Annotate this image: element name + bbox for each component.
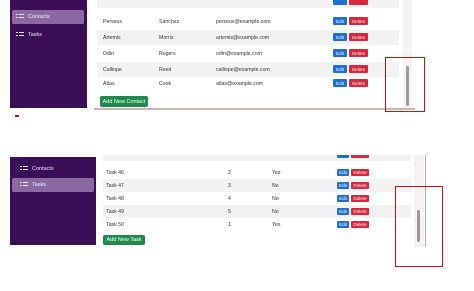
table-row: Task 49 5 No Edit Delete <box>103 205 411 218</box>
delete-button[interactable] <box>351 155 369 158</box>
sidebar-item-label: Contacts <box>32 166 54 172</box>
sidebar-item-label: Tasks <box>28 32 43 38</box>
first-name-cell: Artemis <box>103 34 121 41</box>
edit-button[interactable]: Edit <box>333 65 347 73</box>
edit-button[interactable] <box>333 0 347 5</box>
delete-button[interactable]: Delete <box>351 169 369 176</box>
priority-cell: 4 <box>228 195 231 202</box>
first-name-cell: Calliope <box>103 66 122 73</box>
first-name-cell: Odin <box>103 50 114 57</box>
email-cell: artemis@example.com <box>216 34 270 41</box>
completed-cell: Yes <box>272 221 281 228</box>
table-row: Task 46 2 Yes Edit Delete <box>103 166 411 179</box>
sidebar-item-tasks[interactable]: Tasks <box>12 28 84 42</box>
priority-cell: 5 <box>228 208 231 215</box>
title-cell: Task 49 <box>106 208 124 215</box>
completed-cell: No <box>272 182 279 189</box>
email-cell: calliope@example.com <box>216 66 270 73</box>
priority-cell: 2 <box>228 169 231 176</box>
completed-cell: No <box>272 208 279 215</box>
edit-button[interactable]: Edit <box>337 182 349 189</box>
delete-button[interactable] <box>349 0 368 5</box>
tasks-screen: Contacts Tasks Task 46 2 Yes Edit Delete… <box>0 155 430 255</box>
table-row-partial <box>97 0 399 8</box>
delete-button[interactable]: Delete <box>349 49 368 57</box>
sidebar: Contacts Tasks <box>10 157 96 245</box>
edit-button[interactable]: Edit <box>333 79 347 87</box>
add-new-contact-button[interactable]: Add New Contact <box>100 96 148 107</box>
email-cell: perseus@example.com <box>216 18 271 25</box>
edit-button[interactable]: Edit <box>337 195 349 202</box>
delete-button[interactable]: Delete <box>351 208 369 215</box>
completed-cell: Yes <box>272 169 281 176</box>
first-name-cell: Perseus <box>103 18 123 25</box>
last-name-cell: Reed <box>159 66 172 73</box>
table-row: Perseus Sanchez perseus@example.com Edit… <box>97 14 399 29</box>
sidebar: Contacts Tasks <box>10 0 87 108</box>
list-icon <box>20 182 28 188</box>
contacts-table: Perseus Sanchez perseus@example.com Edit… <box>97 0 399 92</box>
last-name-cell: Sanchez <box>159 18 180 25</box>
first-name-cell: Atlas <box>103 80 115 87</box>
last-name-cell: Morris <box>159 34 174 41</box>
delete-button[interactable]: Delete <box>349 65 368 73</box>
email-cell: odin@example.com <box>216 50 262 57</box>
email-cell: atlas@example.com <box>216 80 264 87</box>
priority-cell: 3 <box>228 182 231 189</box>
title-cell: Task 47 <box>106 182 124 189</box>
sidebar-item-label: Contacts <box>28 14 50 20</box>
sidebar-item-contacts[interactable]: Contacts <box>12 162 94 176</box>
edit-button[interactable]: Edit <box>337 208 349 215</box>
red-mark <box>15 115 19 117</box>
highlight-box <box>395 186 443 267</box>
edit-button[interactable]: Edit <box>337 221 349 228</box>
window-bottom-border <box>94 108 415 110</box>
delete-button[interactable]: Delete <box>351 195 369 202</box>
sidebar-item-tasks[interactable]: Tasks <box>12 178 94 192</box>
table-row: Task 47 3 No Edit Delete <box>103 179 411 192</box>
edit-button[interactable]: Edit <box>333 17 347 25</box>
highlight-box <box>385 57 425 112</box>
priority-cell: 1 <box>228 221 231 228</box>
table-row: Task 50 1 Yes Edit Delete <box>103 218 411 231</box>
table-row: Atlas Cook atlas@example.com Edit Delete <box>97 76 399 91</box>
last-name-cell: Rogers <box>159 50 176 57</box>
edit-button[interactable]: Edit <box>333 49 347 57</box>
title-cell: Task 50 <box>106 221 124 228</box>
list-icon <box>16 14 24 20</box>
sidebar-item-contacts[interactable]: Contacts <box>12 10 84 24</box>
list-icon <box>16 32 24 38</box>
list-icon <box>20 166 28 172</box>
edit-button[interactable] <box>337 155 349 158</box>
delete-button[interactable]: Delete <box>351 221 369 228</box>
table-row: Task 48 4 No Edit Delete <box>103 192 411 205</box>
delete-button[interactable]: Delete <box>349 79 368 87</box>
sidebar-item-label: Tasks <box>32 182 47 188</box>
delete-button[interactable]: Delete <box>349 17 368 25</box>
table-row-partial <box>103 155 411 161</box>
edit-button[interactable]: Edit <box>337 169 349 176</box>
table-row: Artemis Morris artemis@example.com Edit … <box>97 30 399 45</box>
tasks-table: Task 46 2 Yes Edit Delete Task 47 3 No E… <box>103 155 411 233</box>
add-new-task-button[interactable]: Add New Task <box>103 235 145 245</box>
title-cell: Task 48 <box>106 195 124 202</box>
contacts-screen: Contacts Tasks Perseus Sanchez perseus@e… <box>0 0 415 114</box>
delete-button[interactable]: Delete <box>351 182 369 189</box>
table-row: Calliope Reed calliope@example.com Edit … <box>97 62 399 77</box>
table-row: Odin Rogers odin@example.com Edit Delete <box>97 46 399 61</box>
edit-button[interactable]: Edit <box>333 33 347 41</box>
last-name-cell: Cook <box>159 80 172 87</box>
completed-cell: No <box>272 195 279 202</box>
delete-button[interactable]: Delete <box>349 33 368 41</box>
title-cell: Task 46 <box>106 169 124 176</box>
